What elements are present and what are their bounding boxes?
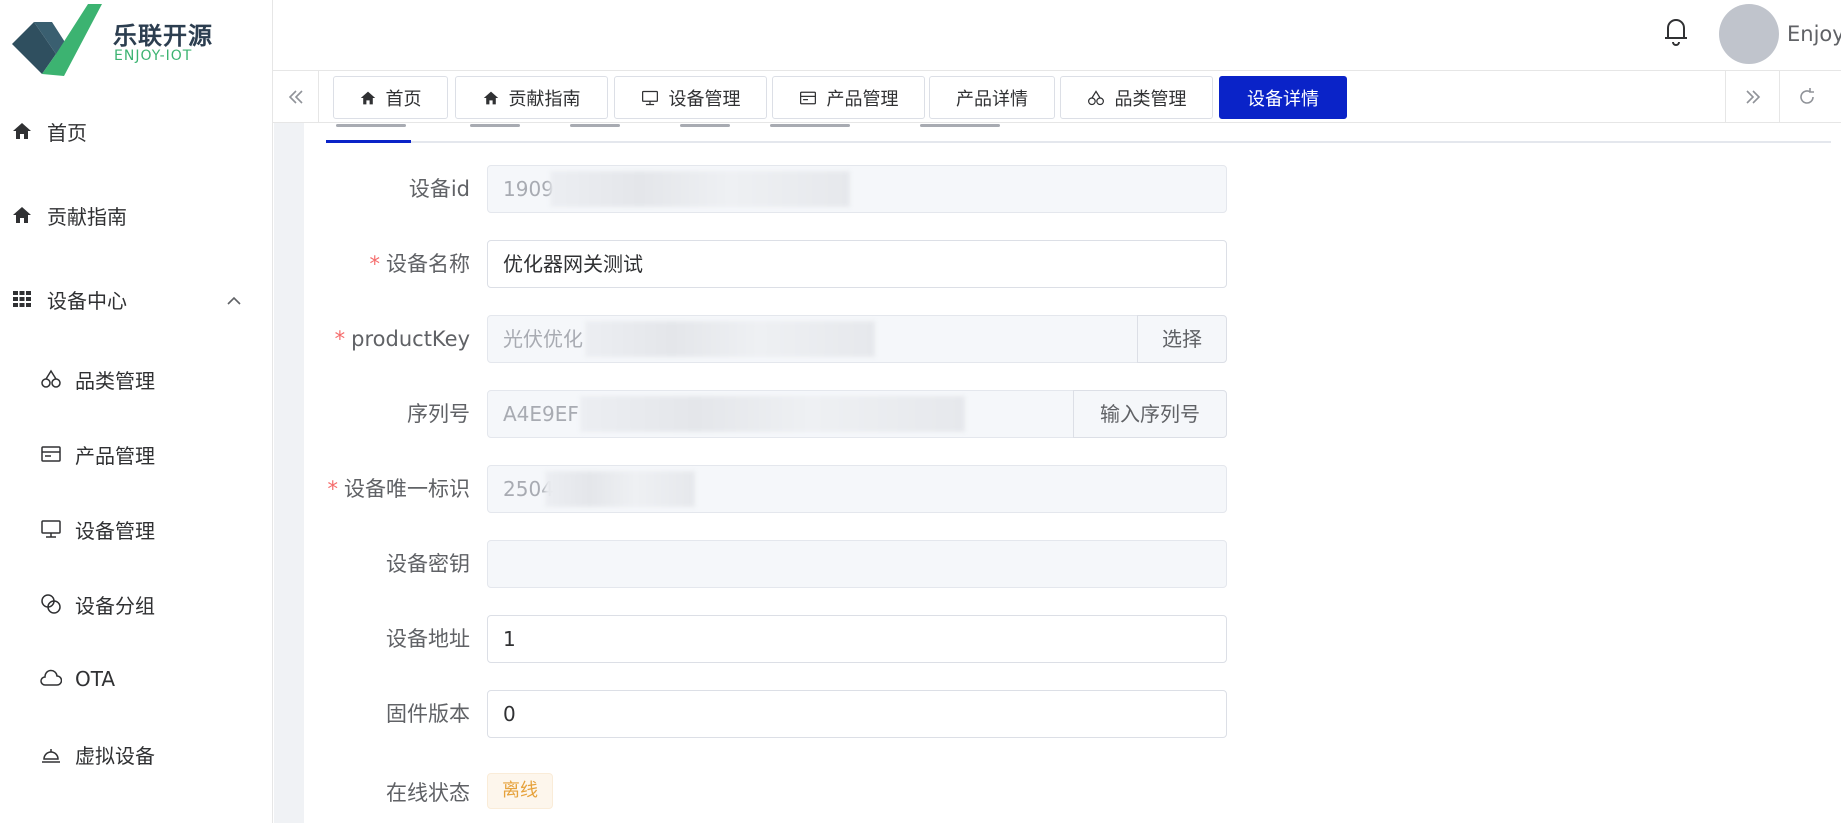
tabs-bar: 首页 贡献指南 设备管理 产品管理 产品详情 品类管理 设备详情	[273, 71, 1841, 123]
form-row-online: 在线状态 离线	[0, 765, 1300, 815]
link-icon	[40, 593, 62, 615]
redacted-region	[585, 321, 875, 357]
tab-label: 产品详情	[956, 88, 1028, 110]
subtab-fragment[interactable]	[920, 118, 1010, 128]
form-row-address: 设备地址 1	[0, 615, 1300, 665]
tab-label: 首页	[385, 88, 422, 110]
bell-icon[interactable]	[1661, 14, 1691, 46]
monitor-icon	[40, 518, 62, 540]
scroll-left-icon[interactable]	[273, 71, 319, 123]
product-key-label: * productKey	[334, 327, 470, 351]
cloud-icon	[40, 668, 62, 690]
subtab-fragment[interactable]	[770, 118, 860, 128]
subtab-fragment[interactable]	[336, 118, 406, 128]
subtabs-divider	[326, 141, 1831, 143]
redacted-region	[580, 396, 965, 432]
home-icon	[360, 90, 376, 106]
cherry-icon	[40, 368, 62, 390]
firmware-label: 固件版本	[386, 702, 470, 726]
tab-label: 产品管理	[826, 88, 899, 110]
device-name-input[interactable]: 优化器网关测试	[487, 240, 1227, 288]
logo[interactable]: 乐联开源 ENJOY-IOT	[12, 4, 262, 80]
logo-subtitle: ENJOY-IOT	[114, 48, 193, 64]
scroll-right-icon[interactable]	[1725, 71, 1779, 123]
tab-guide[interactable]: 贡献指南	[455, 76, 608, 119]
monitor-icon	[641, 89, 659, 107]
tab-home[interactable]: 首页	[333, 76, 448, 119]
secret-input[interactable]	[487, 540, 1227, 588]
sidebar-item-label: OTA	[75, 667, 116, 691]
sidebar-item-label: 首页	[47, 120, 87, 145]
chevron-up-icon[interactable]	[226, 290, 242, 314]
firmware-input[interactable]: 0	[487, 690, 1227, 738]
tab-device-management[interactable]: 设备管理	[614, 76, 767, 119]
tab-label: 品类管理	[1114, 88, 1187, 110]
form-row-product-key: * productKey 光伏优化 选择	[0, 315, 1300, 365]
sidebar-item-home[interactable]: 首页	[0, 103, 272, 159]
form-row-unique-id: * 设备唯一标识 2504	[0, 465, 1300, 515]
tab-product-detail[interactable]: 产品详情	[929, 76, 1055, 119]
address-label: 设备地址	[386, 627, 470, 651]
redacted-region	[550, 171, 850, 207]
subtab-fragment[interactable]	[470, 118, 530, 128]
top-header: Enjoy	[273, 0, 1841, 71]
subtab-fragment[interactable]	[570, 118, 630, 128]
secret-label: 设备密钥	[386, 552, 470, 576]
form-row-device-id: 设备id 1909	[0, 165, 1300, 215]
cherry-icon	[1087, 89, 1105, 107]
select-product-button[interactable]: 选择	[1137, 315, 1227, 363]
form-row-device-name: * 设备名称 优化器网关测试	[0, 240, 1300, 290]
card-icon	[40, 443, 62, 465]
form-row-serial: 序列号 A4E9EF 输入序列号	[0, 390, 1300, 440]
home-icon	[11, 120, 33, 142]
serial-label: 序列号	[407, 402, 470, 426]
avatar[interactable]	[1719, 4, 1779, 64]
form-row-firmware: 固件版本 0	[0, 690, 1300, 740]
logo-mark-icon	[12, 4, 102, 76]
device-id-label: 设备id	[408, 177, 470, 201]
address-input[interactable]: 1	[487, 615, 1227, 663]
grid-icon	[11, 288, 33, 310]
subtab-active-indicator	[326, 140, 411, 143]
tab-product-management[interactable]: 产品管理	[772, 76, 925, 119]
subtab-fragment[interactable]	[680, 118, 740, 128]
device-name-label: * 设备名称	[369, 252, 471, 276]
redacted-region	[545, 471, 695, 507]
status-badge: 离线	[487, 773, 553, 809]
username[interactable]: Enjoy	[1787, 22, 1841, 46]
form-row-secret: 设备密钥	[0, 540, 1300, 590]
enter-serial-button[interactable]: 输入序列号	[1073, 390, 1227, 438]
refresh-icon[interactable]	[1779, 71, 1833, 123]
tab-label: 设备管理	[668, 88, 741, 110]
online-label: 在线状态	[386, 781, 470, 805]
bell-dome-icon	[40, 743, 62, 765]
home-icon	[483, 90, 499, 106]
tab-category-management[interactable]: 品类管理	[1060, 76, 1213, 119]
card-icon	[799, 89, 817, 107]
tab-label: 设备详情	[1247, 88, 1319, 110]
tab-device-detail[interactable]: 设备详情	[1219, 76, 1347, 119]
logo-title: 乐联开源	[113, 22, 213, 50]
unique-id-label: * 设备唯一标识	[327, 477, 471, 501]
tab-label: 贡献指南	[508, 88, 581, 110]
